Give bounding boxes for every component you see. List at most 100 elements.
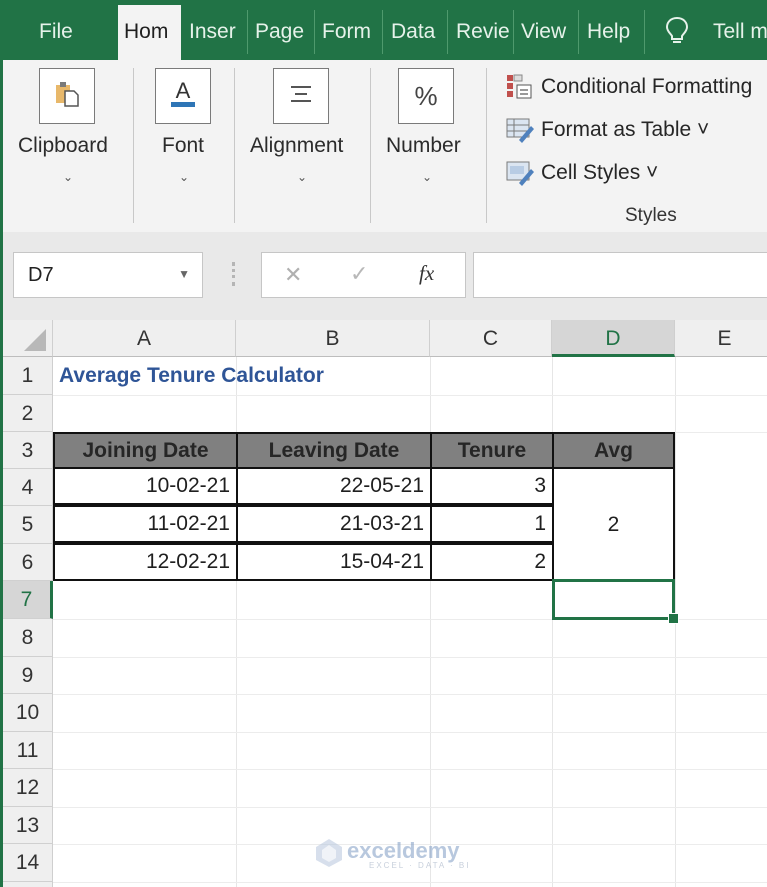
gridline	[53, 694, 767, 695]
tab-help[interactable]: Help	[587, 5, 630, 60]
cell-styles-label: Cell Styles ˅	[541, 161, 659, 184]
cell-tenure[interactable]: 1	[430, 505, 554, 543]
tab-separator	[314, 10, 315, 54]
gridline	[53, 807, 767, 808]
tab-file[interactable]: File	[39, 5, 73, 60]
tab-separator	[447, 10, 448, 54]
clipboard-group-label[interactable]: Clipboard	[18, 134, 108, 158]
gridline	[53, 732, 767, 733]
alignment-button[interactable]	[273, 68, 329, 124]
font-button[interactable]: A	[155, 68, 211, 124]
format-as-table-icon	[505, 116, 535, 144]
row-header-1[interactable]: 1	[3, 357, 53, 395]
tab-data[interactable]: Data	[391, 5, 435, 60]
formula-buttons: ✕ ✓ fx	[261, 252, 466, 298]
active-cell-d7[interactable]	[552, 579, 675, 620]
percent-icon: %	[414, 80, 438, 111]
group-divider	[370, 68, 371, 223]
dropdown-arrow-icon[interactable]: ▼	[178, 267, 190, 281]
select-all-button[interactable]	[3, 320, 53, 357]
cell-leaving-date[interactable]: 22-05-21	[236, 467, 432, 505]
tab-separator	[382, 10, 383, 54]
svg-text:A: A	[176, 78, 191, 103]
resize-handle[interactable]	[232, 262, 238, 286]
tab-insert[interactable]: Inser	[189, 5, 236, 60]
row-header-14[interactable]: 14	[3, 844, 53, 882]
column-header-a[interactable]: A	[53, 320, 236, 357]
header-leaving-date[interactable]: Leaving Date	[236, 432, 432, 469]
alignment-group-label[interactable]: Alignment	[250, 134, 343, 158]
row-header-15[interactable]	[3, 882, 53, 887]
ribbon-home: Clipboard ⌄ A Font ⌄ Alignment ⌄ % Numbe…	[3, 60, 767, 233]
chevron-down-icon[interactable]: ⌄	[179, 170, 189, 184]
fill-handle[interactable]	[668, 613, 679, 624]
row-header-2[interactable]: 2	[3, 395, 53, 432]
tab-view[interactable]: View	[521, 5, 566, 60]
row-header-10[interactable]: 10	[3, 694, 53, 732]
formula-input[interactable]	[473, 252, 767, 298]
exceldemy-logo-icon	[315, 838, 343, 873]
insert-function-icon[interactable]: fx	[419, 261, 434, 286]
tab-page-layout[interactable]: Page	[255, 5, 304, 60]
lightbulb-icon[interactable]	[665, 16, 689, 51]
row-header-13[interactable]: 13	[3, 807, 53, 844]
enter-check-icon[interactable]: ✓	[350, 261, 368, 287]
tab-separator	[644, 10, 645, 54]
column-header-d[interactable]: D	[552, 320, 675, 357]
tab-separator	[513, 10, 514, 54]
cell-tenure[interactable]: 3	[430, 467, 554, 505]
row-header-3[interactable]: 3	[3, 432, 53, 469]
format-as-table-button[interactable]: Format as Table ˅	[505, 113, 709, 147]
number-group-label[interactable]: Number	[386, 134, 461, 158]
tab-separator	[247, 10, 248, 54]
tab-separator	[578, 10, 579, 54]
ribbon-tab-bar: File Hom Inser Page Form Data Revie View…	[3, 0, 767, 60]
excel-window: File Hom Inser Page Form Data Revie View…	[0, 0, 767, 887]
cell-leaving-date[interactable]: 21-03-21	[236, 505, 432, 543]
conditional-formatting-button[interactable]: Conditional Formatting	[505, 70, 752, 104]
name-box-value: D7	[28, 264, 54, 286]
tab-formulas[interactable]: Form	[322, 5, 371, 60]
cell-styles-button[interactable]: Cell Styles ˅	[505, 156, 658, 190]
clipboard-icon	[52, 79, 82, 114]
header-tenure[interactable]: Tenure	[430, 432, 554, 469]
cell-tenure[interactable]: 2	[430, 543, 554, 581]
row-header-7[interactable]: 7	[3, 581, 53, 619]
tell-me-search[interactable]: Tell m	[713, 5, 767, 60]
column-header-e[interactable]: E	[675, 320, 767, 357]
chevron-down-icon[interactable]: ⌄	[297, 170, 307, 184]
header-avg[interactable]: Avg	[552, 432, 675, 469]
row-header-4[interactable]: 4	[3, 469, 53, 506]
chevron-down-icon[interactable]: ⌄	[422, 170, 432, 184]
sheet-title-cell[interactable]: Average Tenure Calculator	[59, 364, 324, 388]
styles-group-label: Styles	[625, 205, 677, 226]
tab-home[interactable]: Hom	[118, 5, 181, 60]
row-header-8[interactable]: 8	[3, 619, 53, 657]
watermark-subtitle: EXCEL · DATA · BI	[369, 861, 471, 870]
name-box[interactable]: D7 ▼	[13, 252, 203, 298]
tab-review[interactable]: Revie	[456, 5, 512, 60]
cancel-icon[interactable]: ✕	[284, 262, 302, 288]
cell-joining-date[interactable]: 11-02-21	[53, 505, 238, 543]
column-header-c[interactable]: C	[430, 320, 552, 357]
number-button[interactable]: %	[398, 68, 454, 124]
cell-leaving-date[interactable]: 15-04-21	[236, 543, 432, 581]
column-header-b[interactable]: B	[236, 320, 430, 357]
gridline	[53, 657, 767, 658]
row-header-6[interactable]: 6	[3, 544, 53, 581]
group-divider	[133, 68, 134, 223]
select-all-triangle-icon	[24, 329, 46, 351]
align-center-icon	[287, 84, 315, 109]
cell-joining-date[interactable]: 10-02-21	[53, 467, 238, 505]
row-header-9[interactable]: 9	[3, 657, 53, 694]
clipboard-button[interactable]	[39, 68, 95, 124]
gridline	[53, 769, 767, 770]
header-joining-date[interactable]: Joining Date	[53, 432, 238, 469]
cell-avg-merged[interactable]: 2	[552, 467, 675, 581]
cell-joining-date[interactable]: 12-02-21	[53, 543, 238, 581]
chevron-down-icon[interactable]: ⌄	[63, 170, 73, 184]
row-header-12[interactable]: 12	[3, 769, 53, 807]
row-header-11[interactable]: 11	[3, 732, 53, 769]
row-header-5[interactable]: 5	[3, 506, 53, 544]
font-group-label[interactable]: Font	[162, 134, 204, 158]
